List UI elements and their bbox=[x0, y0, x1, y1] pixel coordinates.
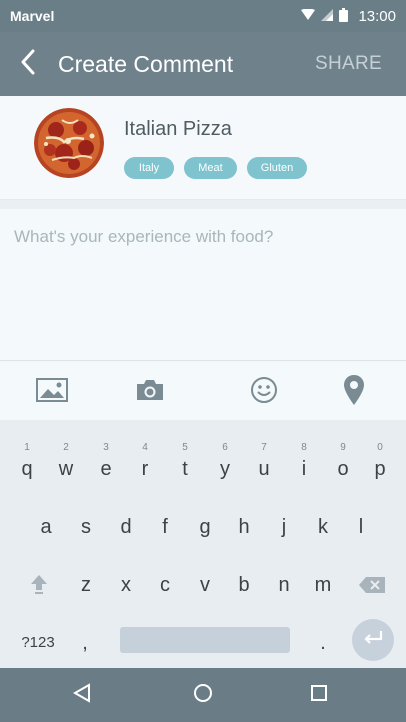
period-key[interactable]: . bbox=[306, 622, 340, 666]
key-g[interactable]: g bbox=[188, 506, 222, 550]
clock: 13:00 bbox=[358, 7, 396, 25]
camera-button[interactable] bbox=[132, 376, 168, 408]
circle-home-icon bbox=[193, 683, 213, 708]
key-w[interactable]: 2w bbox=[49, 440, 83, 484]
status-bar: Marvel 13:00 bbox=[0, 0, 406, 32]
key-y[interactable]: 6y bbox=[208, 440, 242, 484]
food-card: Italian Pizza Italy Meat Gluten bbox=[0, 96, 406, 200]
pizza-photo bbox=[34, 108, 104, 178]
key-m[interactable]: m bbox=[306, 564, 340, 608]
nav-back-button[interactable] bbox=[68, 681, 96, 709]
comment-area bbox=[0, 209, 406, 361]
key-o[interactable]: 9o bbox=[326, 440, 360, 484]
key-v[interactable]: v bbox=[188, 564, 222, 608]
key-q[interactable]: 1q bbox=[10, 440, 44, 484]
tag-meat[interactable]: Meat bbox=[184, 157, 237, 179]
comment-input[interactable] bbox=[14, 227, 394, 247]
battery-icon bbox=[339, 7, 349, 25]
location-button[interactable] bbox=[336, 374, 372, 411]
tag-italy[interactable]: Italy bbox=[124, 157, 174, 179]
tag-gluten[interactable]: Gluten bbox=[247, 157, 307, 179]
key-h[interactable]: h bbox=[227, 506, 261, 550]
backspace-key[interactable] bbox=[356, 564, 388, 608]
key-l[interactable]: l bbox=[344, 506, 378, 550]
food-name: Italian Pizza bbox=[124, 118, 232, 140]
key-k[interactable]: k bbox=[306, 506, 340, 550]
nav-home-button[interactable] bbox=[189, 681, 217, 709]
soft-keyboard: 1q 2w 3e 4r 5t 6y 7u 8i 9o 0p a s d f g … bbox=[0, 420, 406, 668]
image-icon bbox=[36, 377, 68, 407]
back-button[interactable] bbox=[0, 32, 56, 96]
enter-icon bbox=[363, 630, 383, 651]
share-button[interactable]: SHARE bbox=[315, 53, 382, 75]
nav-recents-button[interactable] bbox=[305, 681, 333, 709]
symbols-key[interactable]: ?123 bbox=[16, 622, 60, 666]
carrier-name: Marvel bbox=[10, 8, 55, 24]
app-bar: Create Comment SHARE bbox=[0, 32, 406, 96]
emoji-icon bbox=[250, 376, 278, 409]
emoji-button[interactable] bbox=[246, 376, 282, 408]
key-i[interactable]: 8i bbox=[287, 440, 321, 484]
spacebar[interactable] bbox=[120, 627, 290, 653]
shift-icon bbox=[30, 574, 48, 600]
key-b[interactable]: b bbox=[227, 564, 261, 608]
tag-list: Italy Meat Gluten bbox=[124, 157, 307, 179]
camera-icon bbox=[135, 379, 165, 406]
key-s[interactable]: s bbox=[69, 506, 103, 550]
backspace-icon bbox=[358, 576, 386, 600]
key-n[interactable]: n bbox=[267, 564, 301, 608]
page-title: Create Comment bbox=[58, 50, 234, 77]
key-r[interactable]: 4r bbox=[128, 440, 162, 484]
comma-key[interactable]: , bbox=[68, 622, 102, 666]
key-j[interactable]: j bbox=[267, 506, 301, 550]
square-recents-icon bbox=[310, 684, 328, 707]
key-a[interactable]: a bbox=[29, 506, 63, 550]
shift-key[interactable] bbox=[22, 564, 56, 608]
add-image-button[interactable] bbox=[34, 376, 70, 408]
key-t[interactable]: 5t bbox=[168, 440, 202, 484]
status-icons: 13:00 bbox=[301, 7, 396, 25]
location-pin-icon bbox=[343, 374, 365, 411]
key-u[interactable]: 7u bbox=[247, 440, 281, 484]
key-c[interactable]: c bbox=[148, 564, 182, 608]
signal-icon bbox=[321, 8, 334, 24]
key-z[interactable]: z bbox=[69, 564, 103, 608]
chevron-left-icon bbox=[20, 49, 36, 80]
key-d[interactable]: d bbox=[109, 506, 143, 550]
key-x[interactable]: x bbox=[109, 564, 143, 608]
key-e[interactable]: 3e bbox=[89, 440, 123, 484]
enter-key[interactable] bbox=[352, 619, 394, 661]
triangle-back-icon bbox=[72, 682, 91, 708]
system-nav-bar bbox=[0, 668, 406, 722]
key-f[interactable]: f bbox=[148, 506, 182, 550]
key-p[interactable]: 0p bbox=[363, 440, 397, 484]
media-toolbar bbox=[0, 362, 406, 420]
wifi-icon bbox=[301, 8, 316, 24]
divider bbox=[0, 200, 406, 209]
